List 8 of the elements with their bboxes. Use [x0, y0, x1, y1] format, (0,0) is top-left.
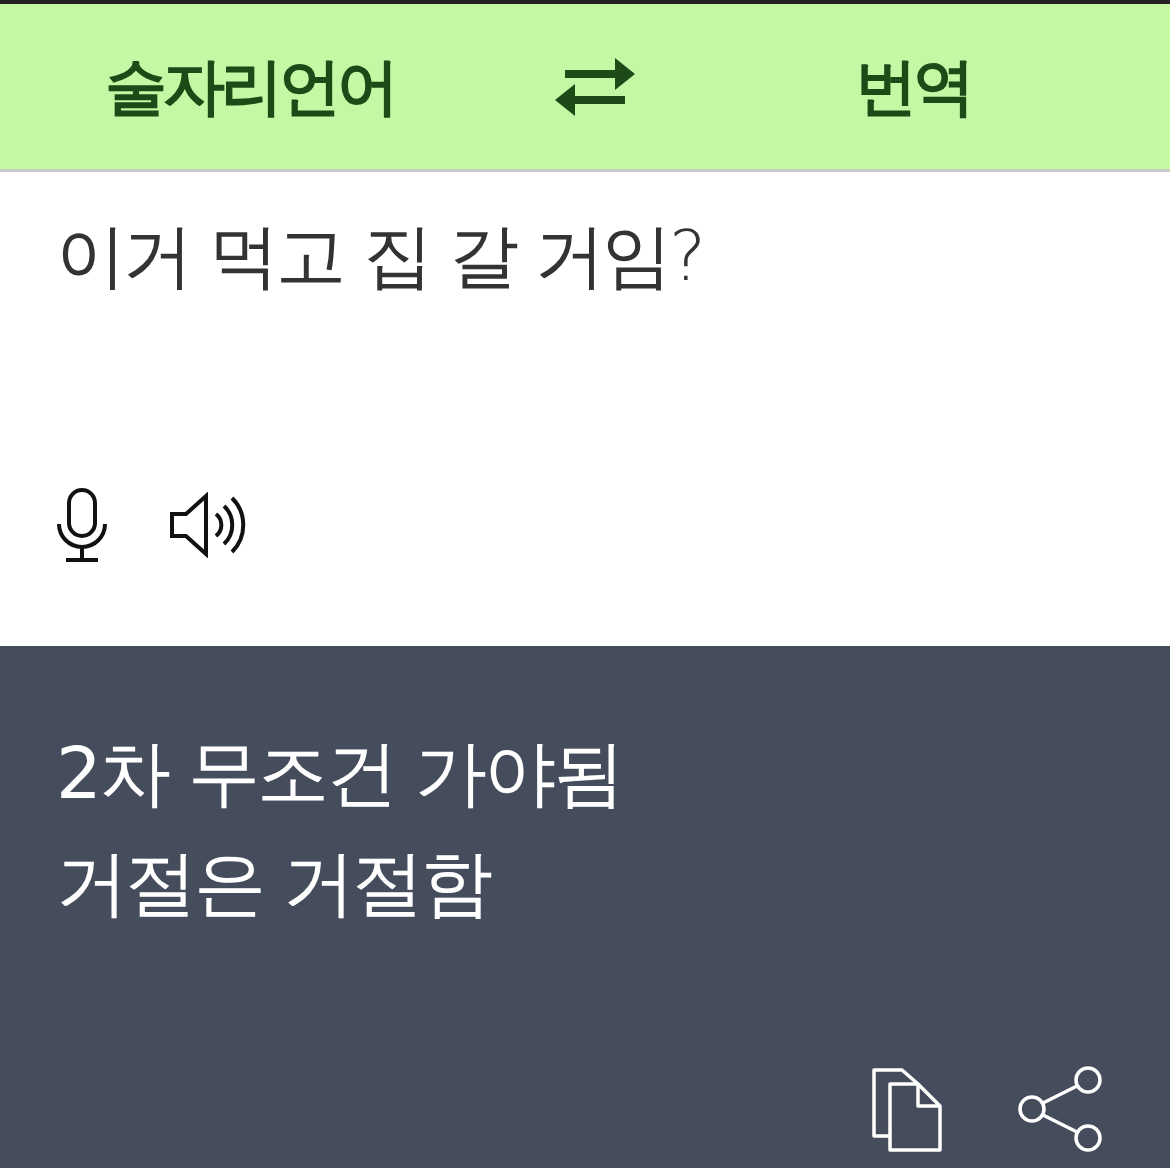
target-language[interactable]: 번역 — [855, 55, 971, 118]
translation-line: 거절은 거절함 — [56, 840, 490, 927]
input-field[interactable]: 이거 먹고 집 갈 거임? — [56, 214, 704, 298]
microphone-icon[interactable] — [56, 488, 108, 562]
share-icon[interactable] — [1018, 1066, 1102, 1152]
translation-line: 2차 무조건 가야됨 — [56, 730, 622, 817]
source-language[interactable]: 술자리언어 — [105, 55, 395, 118]
swap-icon[interactable] — [553, 55, 637, 118]
